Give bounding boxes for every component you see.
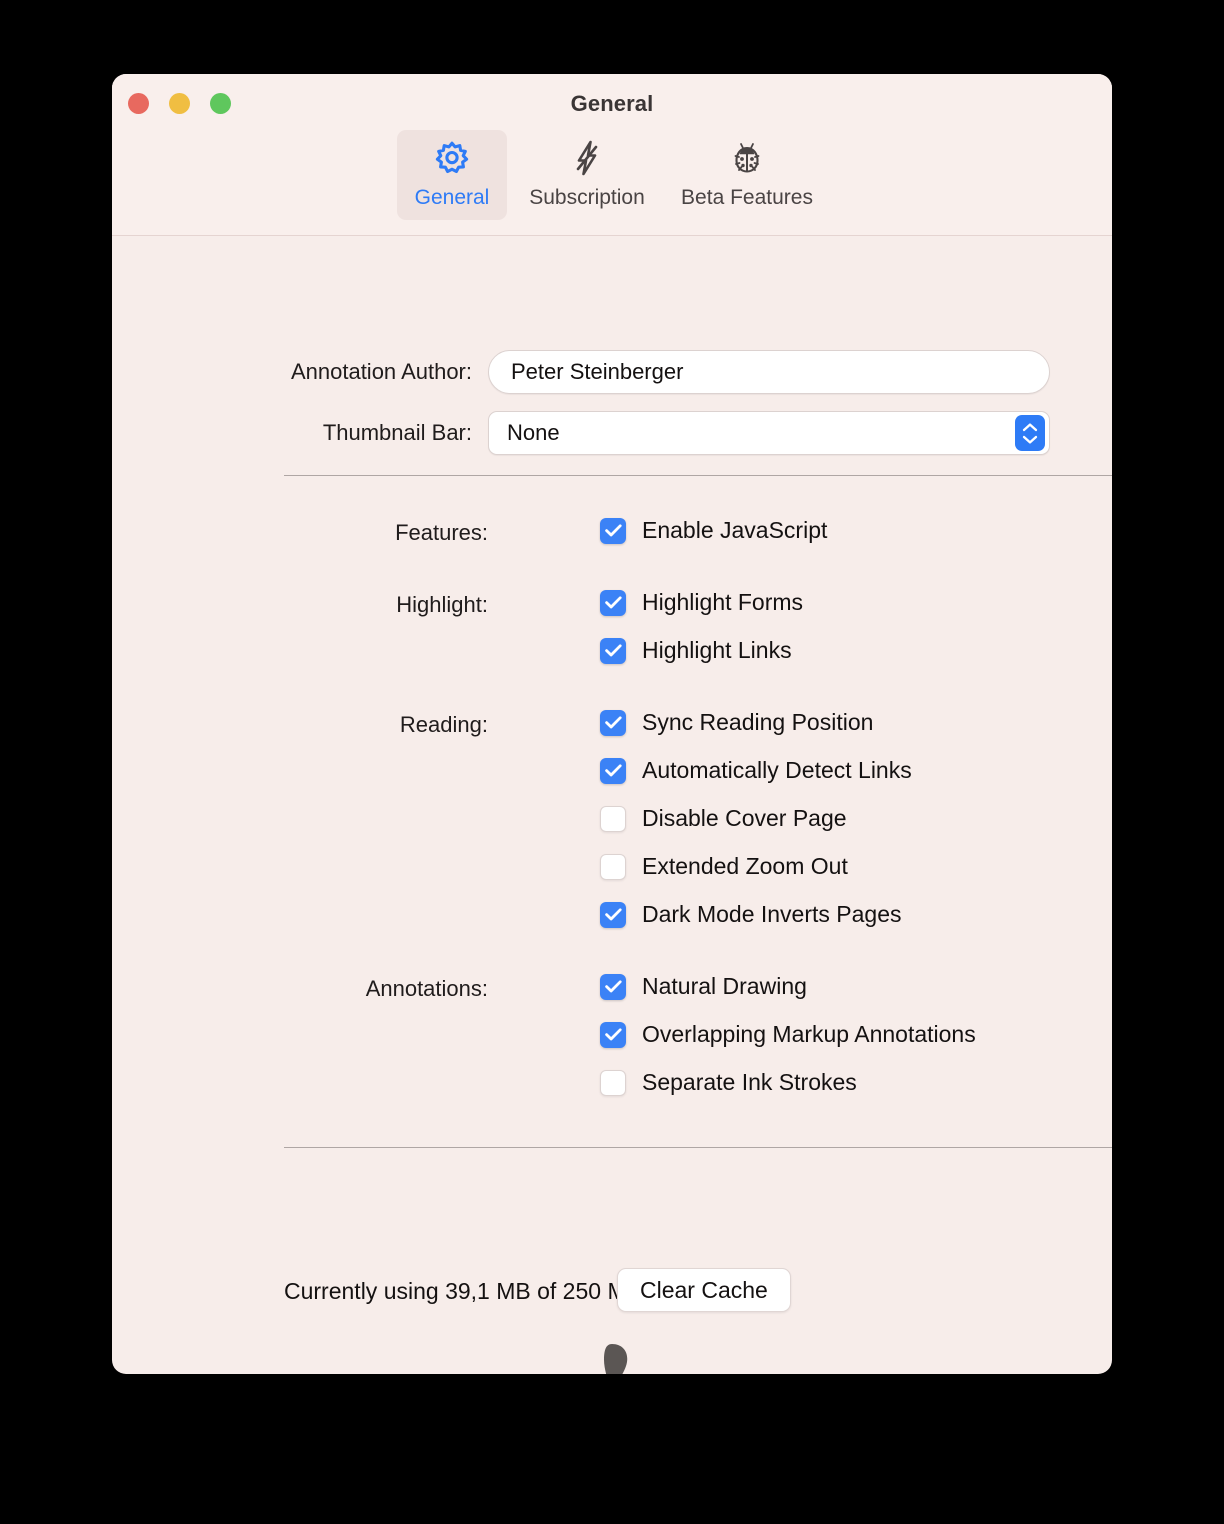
- checkbox-label-highlight-links: Highlight Links: [642, 637, 792, 663]
- window-titlebar: General General Subscription Beta Featur…: [112, 74, 1112, 236]
- clear-cache-button[interactable]: Clear Cache: [617, 1268, 791, 1312]
- tab-beta-features[interactable]: Beta Features: [667, 130, 827, 220]
- checkbox-row-extended-zoom-out[interactable]: Extended Zoom Out: [600, 853, 848, 880]
- annotation-author-row: Annotation Author: Peter Steinberger: [112, 350, 1112, 394]
- checkbox-overlapping-markup-annotations[interactable]: [600, 1021, 626, 1048]
- group-label-highlight: Highlight:: [396, 592, 488, 617]
- checkbox-row-separate-ink-strokes[interactable]: Separate Ink Strokes: [600, 1069, 857, 1096]
- tab-general[interactable]: General: [397, 130, 507, 220]
- annotation-author-label: Annotation Author:: [290, 359, 472, 384]
- stepper-chevrons-icon[interactable]: [1015, 415, 1045, 451]
- divider-top: [284, 475, 1112, 476]
- group-label-reading: Reading:: [399, 712, 488, 737]
- checkbox-enable-javascript[interactable]: [600, 517, 626, 544]
- cache-status-text: Currently using 39,1 MB of 250 MB.: [284, 1278, 649, 1304]
- tab-general-label: General: [414, 186, 490, 209]
- checkbox-row-sync-reading-position[interactable]: Sync Reading Position: [600, 709, 873, 736]
- checkbox-row-highlight-forms[interactable]: Highlight Forms: [600, 589, 803, 616]
- checkbox-row-natural-drawing[interactable]: Natural Drawing: [600, 973, 807, 1000]
- pspdfkit-footer: POWERED BY PSPDFKit: [112, 1338, 1112, 1374]
- checkbox-highlight-forms[interactable]: [600, 589, 626, 616]
- checkbox-label-separate-ink-strokes: Separate Ink Strokes: [642, 1069, 857, 1095]
- checkbox-label-enable-javascript: Enable JavaScript: [642, 517, 828, 543]
- checkbox-row-enable-javascript[interactable]: Enable JavaScript: [600, 517, 827, 544]
- toolbar-tabs: General Subscription Beta Features: [112, 130, 1112, 220]
- checkbox-label-sync-reading-position: Sync Reading Position: [642, 709, 874, 735]
- window-title: General: [570, 91, 654, 116]
- checkbox-extended-zoom-out[interactable]: [600, 853, 626, 880]
- thumbnail-bar-value: None: [507, 420, 560, 445]
- thumbnail-bar-select[interactable]: None: [488, 411, 1050, 455]
- thumbnail-bar-row: Thumbnail Bar: None: [112, 411, 1112, 455]
- checkbox-disable-cover-page[interactable]: [600, 805, 626, 832]
- checkbox-label-disable-cover-page: Disable Cover Page: [642, 805, 847, 831]
- checkbox-separate-ink-strokes[interactable]: [600, 1069, 626, 1096]
- checkbox-label-natural-drawing: Natural Drawing: [642, 973, 807, 999]
- checkbox-automatically-detect-links[interactable]: [600, 757, 626, 784]
- checkbox-row-disable-cover-page[interactable]: Disable Cover Page: [600, 805, 847, 832]
- annotation-author-input[interactable]: Peter Steinberger: [488, 350, 1050, 394]
- checkbox-row-overlapping-markup-annotations[interactable]: Overlapping Markup Annotations: [600, 1021, 976, 1048]
- checkbox-label-automatically-detect-links: Automatically Detect Links: [642, 757, 912, 783]
- toolbar-separator: [112, 235, 1112, 236]
- gear-icon: [432, 138, 472, 178]
- pspdfkit-logo-mark-icon: [560, 1338, 664, 1374]
- checkbox-sync-reading-position[interactable]: [600, 709, 626, 736]
- checkbox-dark-mode-inverts-pages[interactable]: [600, 901, 626, 928]
- thumbnail-bar-label: Thumbnail Bar:: [322, 420, 472, 445]
- checkbox-label-extended-zoom-out: Extended Zoom Out: [642, 853, 848, 879]
- checkbox-row-dark-mode-inverts-pages[interactable]: Dark Mode Inverts Pages: [600, 901, 902, 928]
- checkbox-row-automatically-detect-links[interactable]: Automatically Detect Links: [600, 757, 912, 784]
- tab-beta-features-label: Beta Features: [681, 186, 813, 209]
- lightning-bolt-icon: [567, 138, 607, 178]
- checkbox-label-highlight-forms: Highlight Forms: [642, 589, 804, 615]
- group-label-features: Features:: [395, 520, 488, 545]
- tab-subscription-label: Subscription: [529, 186, 645, 209]
- tab-subscription[interactable]: Subscription: [507, 130, 667, 220]
- preferences-window: General General Subscription Beta Featur…: [112, 74, 1112, 1374]
- divider-bottom: [284, 1147, 1112, 1148]
- group-label-annotations: Annotations:: [365, 976, 488, 1001]
- ladybug-icon: [727, 138, 767, 178]
- checkbox-label-overlapping-markup-annotations: Overlapping Markup Annotations: [642, 1021, 976, 1047]
- checkbox-label-dark-mode-inverts-pages: Dark Mode Inverts Pages: [642, 901, 902, 927]
- checkbox-natural-drawing[interactable]: [600, 973, 626, 1000]
- checkbox-highlight-links[interactable]: [600, 637, 626, 664]
- checkbox-row-highlight-links[interactable]: Highlight Links: [600, 637, 792, 664]
